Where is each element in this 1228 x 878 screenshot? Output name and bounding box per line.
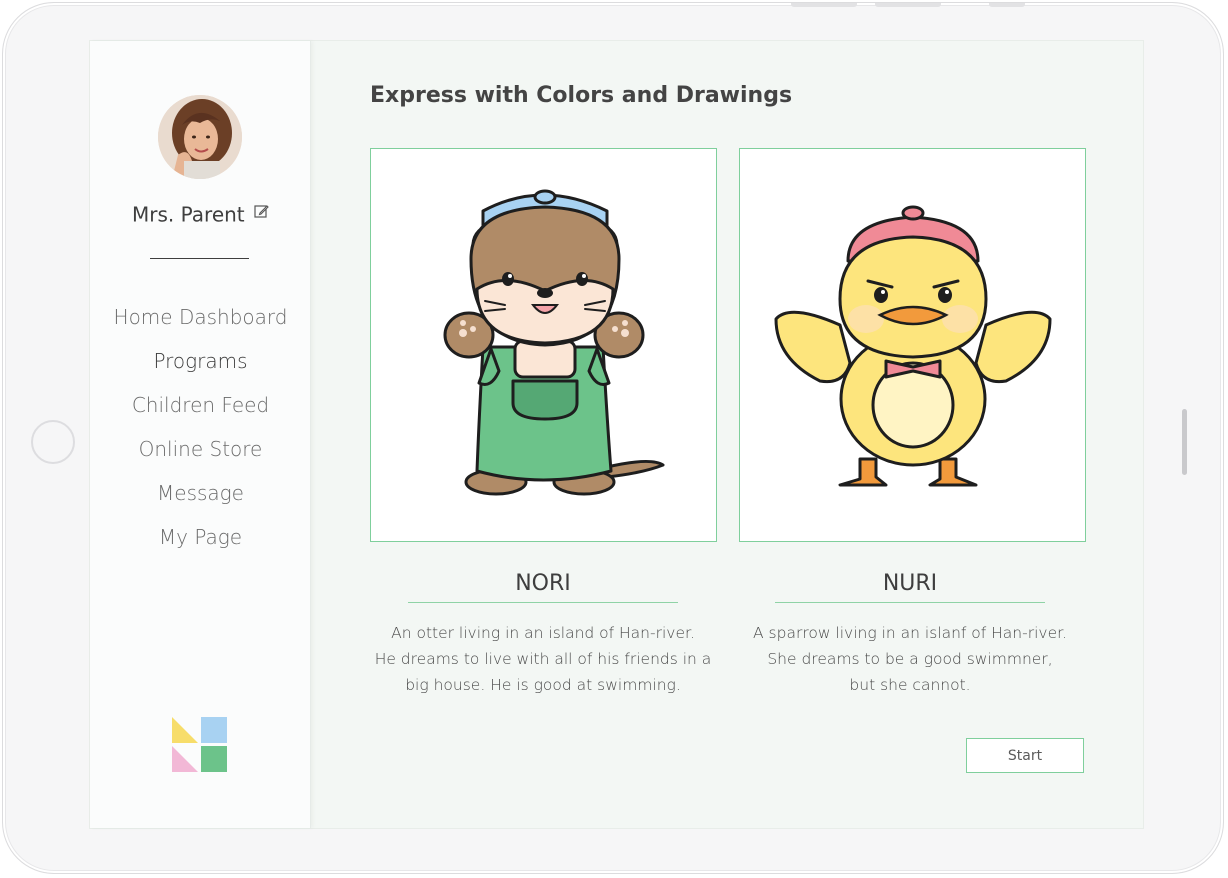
sidebar: Mrs. Parent Home Dashboard Programs Chil…	[90, 41, 311, 828]
character-name-nuri: NURI	[775, 571, 1045, 603]
edit-icon[interactable]	[254, 200, 269, 224]
sidebar-item-my-page[interactable]: My Page	[90, 523, 311, 567]
desc-line: A sparrow living in an islanf of Han-riv…	[753, 624, 1067, 642]
avatar[interactable]	[158, 95, 242, 179]
desc-line: She dreams to be a good swimmner,	[767, 650, 1053, 668]
device-volume-button	[875, 3, 941, 7]
user-name: Mrs. Parent	[90, 201, 311, 227]
otter-illustration	[443, 189, 665, 496]
start-button[interactable]: Start	[966, 738, 1084, 773]
character-card-nuri[interactable]	[739, 148, 1086, 542]
sidebar-item-children-feed[interactable]: Children Feed	[90, 391, 311, 435]
app-logo[interactable]	[172, 717, 228, 773]
sidebar-nav: Home Dashboard Programs Children Feed On…	[90, 303, 311, 567]
device-power-button	[989, 3, 1025, 7]
character-name-nori: NORI	[408, 571, 678, 603]
sidebar-item-online-store[interactable]: Online Store	[90, 435, 311, 479]
character-card-nori[interactable]	[370, 148, 717, 542]
duckling-illustration	[774, 205, 1052, 487]
device-volume-button	[791, 3, 857, 7]
desc-line: An otter living in an island of Han-rive…	[391, 624, 695, 642]
device-side-button	[1182, 409, 1187, 475]
sidebar-item-message[interactable]: Message	[90, 479, 311, 523]
user-name-text: Mrs. Parent	[132, 202, 245, 227]
character-desc-nuri: A sparrow living in an islanf of Han-riv…	[730, 620, 1090, 698]
character-desc-nori: An otter living in an island of Han-rive…	[363, 620, 723, 698]
desc-line: big house. He is good at swimming.	[405, 676, 681, 694]
sidebar-item-home-dashboard[interactable]: Home Dashboard	[90, 303, 311, 347]
device-home-button[interactable]	[31, 420, 75, 464]
page-title: Express with Colors and Drawings	[370, 83, 793, 108]
sidebar-item-programs[interactable]: Programs	[90, 347, 311, 391]
app-screen: Mrs. Parent Home Dashboard Programs Chil…	[89, 40, 1144, 829]
avatar-photo	[158, 95, 242, 179]
profile-divider	[150, 258, 249, 259]
desc-line: He dreams to live with all of his friend…	[374, 650, 712, 668]
desc-line: but she cannot.	[849, 676, 971, 694]
